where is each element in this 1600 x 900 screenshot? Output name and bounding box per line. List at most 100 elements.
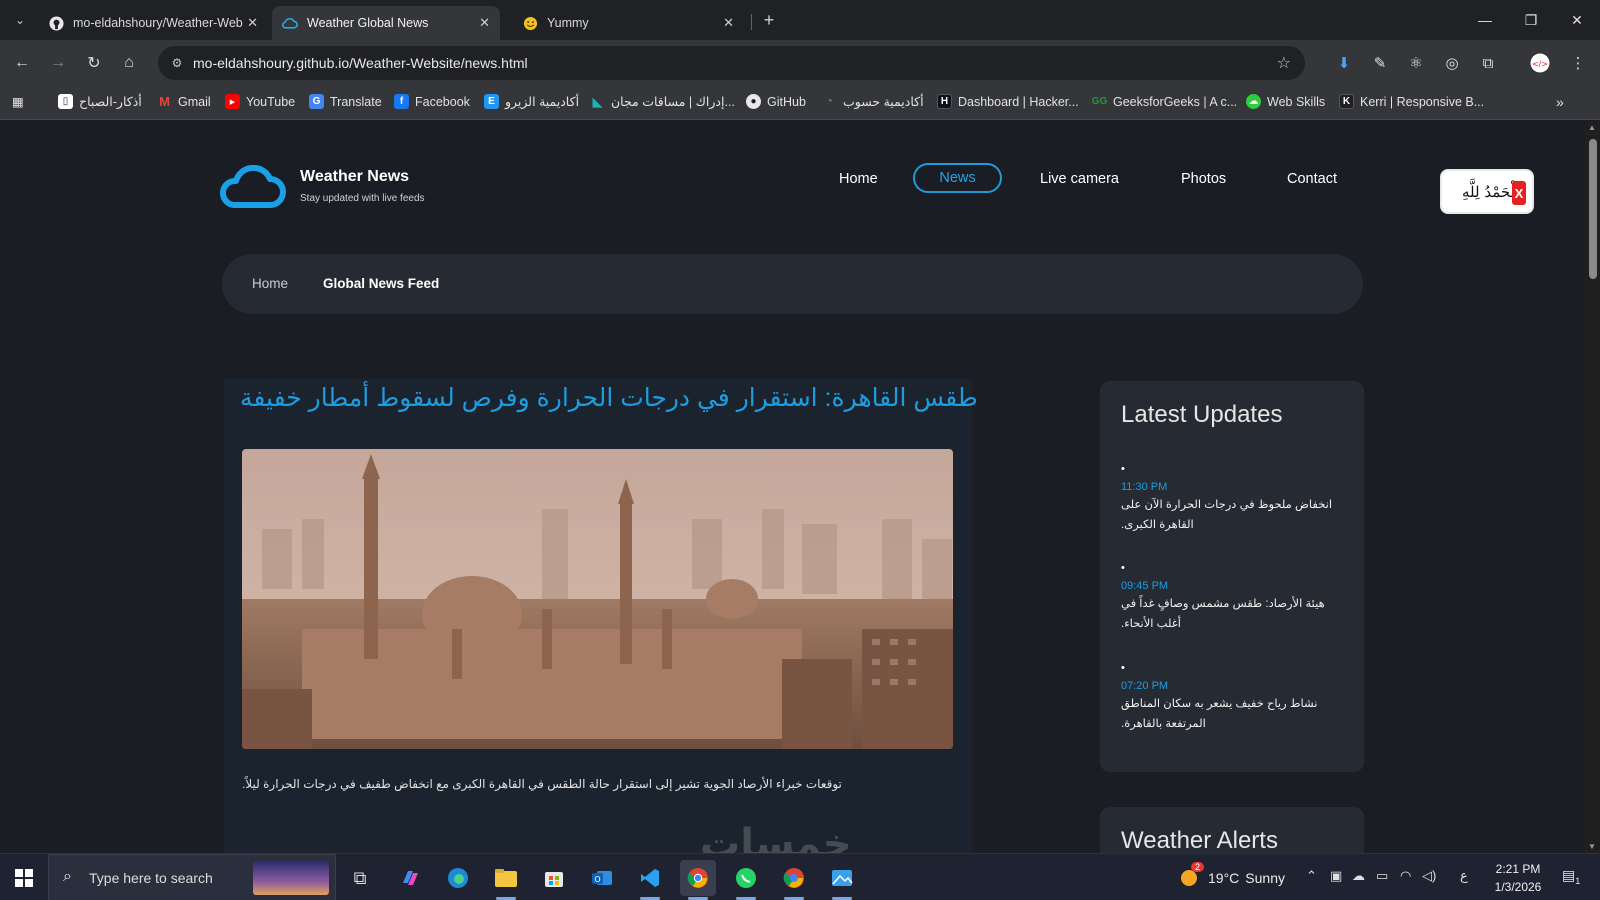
cairo-mosque-photo [242,449,953,749]
bookmark-label: أكاديمية حسوب [843,95,924,109]
bookmark-icon: ▯ [58,94,73,109]
bookmark-kerri[interactable]: K Kerri | Responsive B... [1339,94,1484,109]
window-close-icon[interactable]: ✕ [1554,6,1600,34]
vscode-icon[interactable] [632,860,668,900]
back-icon[interactable]: ← [10,51,34,75]
github-icon [48,15,64,31]
nav-photos[interactable]: Photos [1181,171,1226,187]
site-info-icon[interactable]: ⚙ [168,54,186,72]
menu-icon[interactable]: ⋮ [1566,51,1590,75]
chrome-profile-icon[interactable] [776,860,812,900]
copilot-icon[interactable] [392,860,428,896]
page-scrollbar[interactable]: ▲ ▼ [1585,121,1600,853]
close-icon[interactable]: ✕ [247,15,258,31]
notification-icon[interactable]: ▤1 [1562,867,1580,886]
bookmark-facebook[interactable]: f Facebook [394,94,470,109]
article-body: توقعات خبراء الأرصاد الجوية تشير إلى است… [242,777,842,791]
hackerrank-icon: H [937,94,952,109]
bookmark-hackerrank[interactable]: H Dashboard | Hacker... [937,94,1079,109]
site-title[interactable]: Weather News [300,168,409,186]
home-icon[interactable]: ⌂ [117,51,141,75]
cloud-icon [282,15,298,31]
reload-icon[interactable]: ↻ [82,51,106,75]
edraak-icon: ◣ [592,93,603,109]
extensions-icon[interactable]: ⧉ [1476,51,1500,75]
breadcrumb-home[interactable]: Home [252,276,288,291]
tab-strip: ⌄ mo-eldahshoury/Weather-Web ✕ Weather G… [0,0,1600,40]
whatsapp-icon[interactable] [728,860,764,900]
youtube-icon: ▶ [225,94,240,109]
bookmark-star-icon[interactable]: ☆ [1277,53,1291,73]
nav-contact[interactable]: Contact [1287,171,1337,187]
react-devtools-icon[interactable]: ⚛ [1404,51,1428,75]
outlook-icon[interactable]: O [584,860,620,896]
update-time: 09:45 PM [1121,580,1169,592]
chevron-up-icon[interactable]: ⌃ [1306,868,1317,884]
download-icon[interactable]: ⬇ [1332,51,1356,75]
nav-home[interactable]: Home [839,171,878,187]
sun-icon: 2 [1178,862,1204,889]
tab-github[interactable]: mo-eldahshoury/Weather-Web ✕ [38,6,268,40]
clock-date: 1/3/2026 [1494,880,1542,894]
bookmark-gmail[interactable]: M Gmail [157,94,211,109]
update-text: هيئة الأرصاد: طقس مشمس وصافٍ غداً في أغل… [1121,598,1325,630]
bookmark-webskills[interactable]: ☁ Web Skills [1246,94,1325,109]
target-icon[interactable]: ◎ [1440,51,1464,75]
minimize-icon[interactable]: — [1462,6,1508,34]
elzero-icon: E [484,94,499,109]
bookmark-elzero[interactable]: E أكاديمية الزيرو [484,94,579,109]
search-placeholder[interactable]: Type here to search [89,870,213,886]
new-tab-icon[interactable]: + [758,9,780,31]
store-icon[interactable] [536,860,572,896]
meet-now-icon[interactable]: ▣ [1330,868,1342,884]
language-indicator[interactable]: ع [1460,868,1468,884]
battery-icon[interactable]: ▭ [1376,868,1388,884]
bookmark-hsoub[interactable]: ◔ أكاديمية حسوب [822,94,924,109]
latest-updates-card: Latest Updates • 11:30 PM انخفاض ملحوظ ف… [1100,381,1364,772]
profile-avatar[interactable]: </> [1528,51,1552,75]
bookmark-label: Web Skills [1267,94,1326,109]
close-icon[interactable]: ✕ [479,15,490,31]
bookmark-label: YouTube [246,94,296,109]
bookmark-github[interactable]: ● GitHub [746,94,806,109]
windows-taskbar: ⌕ Type here to search ⧉ O 2 19°C Sunny ⌃… [0,853,1600,900]
edge-icon[interactable] [440,860,476,896]
chrome-icon[interactable] [680,860,716,900]
close-icon[interactable]: ✕ [723,15,734,31]
nav-live-camera[interactable]: Live camera [1040,171,1119,187]
cloud-logo-icon[interactable] [220,164,288,214]
scroll-down-icon[interactable]: ▼ [1588,842,1596,851]
color-picker-icon[interactable]: ✎ [1368,51,1392,75]
bookmark-youtube[interactable]: ▶ YouTube [225,94,295,109]
taskbar-weather[interactable]: 2 19°C Sunny [1178,862,1285,889]
more-bookmarks-icon[interactable]: » [1556,94,1564,110]
forward-icon[interactable]: → [46,51,70,75]
article-title[interactable]: طقس القاهرة: استقرار في درجات الحرارة وف… [240,383,978,413]
bookmark-geeksforgeeks[interactable]: GG GeeksforGeeks | A c... [1092,94,1237,109]
volume-icon[interactable]: ◁) [1422,868,1436,884]
onedrive-icon[interactable]: ☁ [1352,868,1365,884]
dhikr-close-button[interactable]: X [1512,181,1526,205]
taskbar-search[interactable]: ⌕ Type here to search [48,854,336,900]
wifi-icon[interactable]: ◠ [1400,868,1411,884]
nav-news[interactable]: News [913,163,1002,193]
bookmark-azkar[interactable]: ▯ أذكار-الصباح [58,94,142,109]
scroll-up-icon[interactable]: ▲ [1588,123,1596,132]
bookmark-label: Translate [330,94,382,109]
taskbar-clock[interactable]: 2:21 PM 1/3/2026 [1488,860,1548,896]
task-view-icon[interactable]: ⧉ [342,860,378,896]
restore-icon[interactable]: ❐ [1508,6,1554,34]
tab-yummy[interactable]: Yummy ✕ [512,6,744,40]
bookmark-translate[interactable]: G Translate [309,94,382,109]
apps-icon[interactable]: ▦ [12,94,24,109]
url-text[interactable]: mo-eldahshoury.github.io/Weather-Website… [193,55,528,71]
file-explorer-icon[interactable] [488,860,524,900]
windows-start-icon[interactable] [0,854,48,900]
photos-icon[interactable] [824,860,860,900]
tab-weather-news[interactable]: Weather Global News ✕ [272,6,500,40]
address-bar[interactable]: ⚙ mo-eldahshoury.github.io/Weather-Websi… [158,46,1305,80]
weather-badge: 2 [1190,862,1204,872]
tab-search-icon[interactable]: ⌄ [8,8,32,32]
bookmark-edraak[interactable]: ◣ إدراك | مساقات مجان... [590,93,735,110]
scroll-thumb[interactable] [1589,139,1597,279]
